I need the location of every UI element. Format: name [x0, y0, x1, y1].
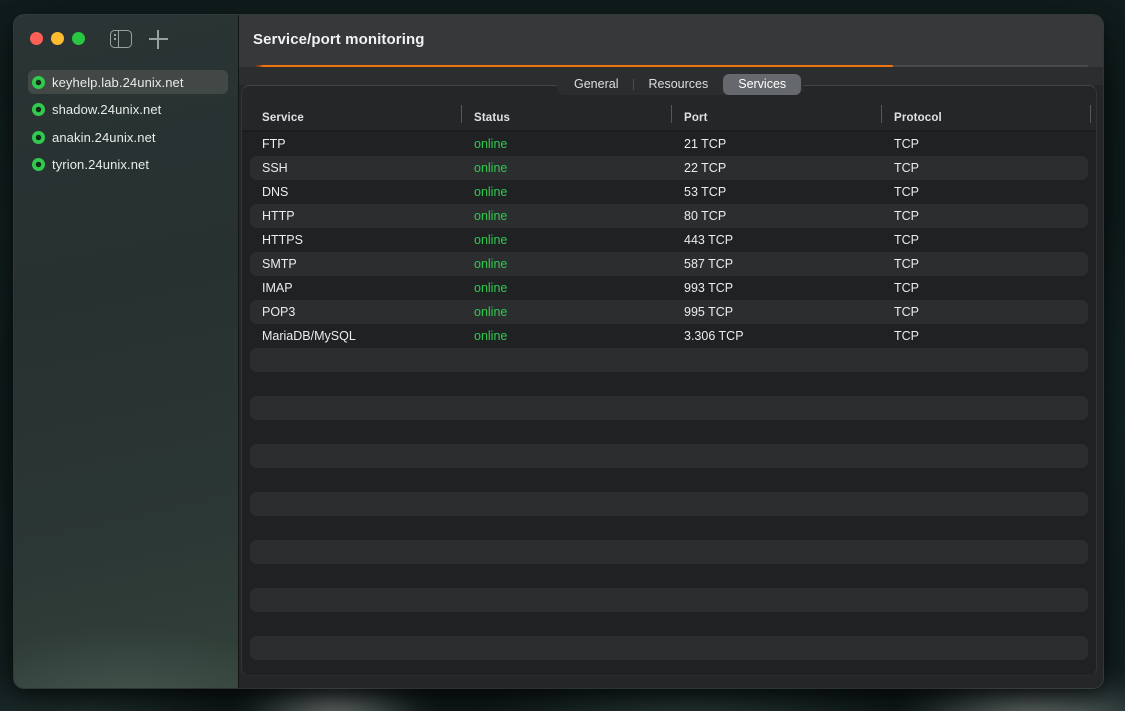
status-cell: online [461, 137, 671, 151]
server-status-online-icon [32, 131, 45, 144]
protocol-cell: TCP [881, 233, 1096, 247]
table-row-http[interactable]: HTTPonline80 TCPTCP [250, 204, 1088, 228]
table-row-pop3[interactable]: POP3online995 TCPTCP [250, 300, 1088, 324]
table-row-empty [242, 564, 1096, 588]
add-server-button plus-icon[interactable] [149, 30, 168, 49]
service-cell: MariaDB/MySQL [242, 329, 461, 343]
server-list: keyhelp.lab.24unix.net shadow.24unix.net a… [28, 70, 228, 177]
protocol-cell: TCP [881, 305, 1088, 319]
table-row-dns[interactable]: DNSonline53 TCPTCP [242, 180, 1096, 204]
service-cell: SMTP [250, 257, 461, 271]
protocol-cell: TCP [881, 281, 1096, 295]
server-status-online-icon [32, 158, 45, 171]
traffic-light-minimize-button[interactable] [51, 32, 64, 45]
column-header-protocol[interactable]: Protocol [881, 112, 1096, 124]
table-body: FTPonline21 TCPTCPSSHonline22 TCPTCPDNSo… [242, 132, 1096, 675]
sidebar-item-anakin[interactable]: anakin.24unix.net [28, 125, 228, 149]
table-row-ftp[interactable]: FTPonline21 TCPTCP [242, 132, 1096, 156]
port-cell: 21 TCP [671, 137, 881, 151]
port-cell: 443 TCP [671, 233, 881, 247]
status-cell: online [461, 161, 671, 175]
table-row-empty [242, 372, 1096, 396]
service-cell: HTTP [250, 209, 461, 223]
table-row-empty [242, 516, 1096, 540]
port-cell: 22 TCP [671, 161, 881, 175]
protocol-cell: TCP [881, 137, 1096, 151]
sidebar-item-label: shadow.24unix.net [52, 102, 161, 117]
desktop: keyhelp.lab.24unix.net shadow.24unix.net a… [0, 0, 1125, 711]
status-cell: online [461, 185, 671, 199]
status-cell: online [461, 209, 671, 223]
service-cell: POP3 [250, 305, 461, 319]
status-cell: online [461, 305, 671, 319]
column-separator [1090, 105, 1091, 123]
table-row-empty [250, 540, 1088, 564]
service-cell: IMAP [242, 281, 461, 295]
status-cell: online [461, 281, 671, 295]
protocol-cell: TCP [881, 185, 1096, 199]
port-cell: 80 TCP [671, 209, 881, 223]
port-cell: 53 TCP [671, 185, 881, 199]
table-row-empty [242, 612, 1096, 636]
app-window: keyhelp.lab.24unix.net shadow.24unix.net a… [14, 15, 1103, 688]
column-separator [461, 105, 462, 123]
table-row-empty [250, 588, 1088, 612]
traffic-light-close-button[interactable] [30, 32, 43, 45]
port-cell: 3.306 TCP [671, 329, 881, 343]
table-row-https[interactable]: HTTPSonline443 TCPTCP [242, 228, 1096, 252]
server-status-online-icon [32, 76, 45, 89]
main-pane: Service/port monitoring GeneralResources… [239, 15, 1103, 688]
services-table: ServiceStatusPortProtocol FTPonline21 TC… [241, 85, 1097, 676]
sidebar: keyhelp.lab.24unix.net shadow.24unix.net a… [14, 15, 238, 688]
sidebar-item-label: tyrion.24unix.net [52, 157, 149, 172]
sidebar-item-tyrion[interactable]: tyrion.24unix.net [28, 153, 228, 177]
service-cell: SSH [250, 161, 461, 175]
protocol-cell: TCP [881, 329, 1096, 343]
table-row-ssh[interactable]: SSHonline22 TCPTCP [250, 156, 1088, 180]
segmented-control: GeneralResourcesServices [557, 74, 803, 95]
window-controls [30, 32, 85, 45]
column-header-port[interactable]: Port [671, 112, 881, 124]
column-header-status[interactable]: Status [461, 112, 671, 124]
sidebar-item-keyhelp[interactable]: keyhelp.lab.24unix.net [28, 70, 228, 94]
port-cell: 995 TCP [671, 305, 881, 319]
protocol-cell: TCP [881, 161, 1088, 175]
sidebar-item-label: keyhelp.lab.24unix.net [52, 75, 184, 90]
table-row-empty [250, 348, 1088, 372]
status-cell: online [461, 233, 671, 247]
table-row-empty [250, 396, 1088, 420]
port-cell: 993 TCP [671, 281, 881, 295]
table-row-empty [242, 468, 1096, 492]
table-row-smtp[interactable]: SMTPonline587 TCPTCP [250, 252, 1088, 276]
column-separator [671, 105, 672, 123]
table-row-empty [242, 420, 1096, 444]
service-cell: FTP [242, 137, 461, 151]
table-row-empty [250, 636, 1088, 660]
titlebar: Service/port monitoring [239, 15, 1103, 67]
table-row-empty [250, 492, 1088, 516]
table-header-row: ServiceStatusPortProtocol [242, 112, 1096, 124]
protocol-cell: TCP [881, 209, 1088, 223]
traffic-light-zoom-button[interactable] [72, 32, 85, 45]
page-title: Service/port monitoring [253, 31, 425, 48]
table-row-empty [250, 444, 1088, 468]
tab-services[interactable]: Services [723, 74, 801, 95]
service-cell: HTTPS [242, 233, 461, 247]
column-header-service[interactable]: Service [242, 112, 461, 124]
tab-resources[interactable]: Resources [633, 74, 723, 95]
table-row-imap[interactable]: IMAPonline993 TCPTCP [242, 276, 1096, 300]
sidebar-toggle-icon[interactable] [110, 30, 132, 48]
table-row-mariadb-mysql[interactable]: MariaDB/MySQLonline3.306 TCPTCP [242, 324, 1096, 348]
service-cell: DNS [242, 185, 461, 199]
status-cell: online [461, 329, 671, 343]
column-separator [881, 105, 882, 123]
tab-general[interactable]: General [559, 74, 633, 95]
port-cell: 587 TCP [671, 257, 881, 271]
sidebar-item-shadow[interactable]: shadow.24unix.net [28, 98, 228, 122]
sidebar-item-label: anakin.24unix.net [52, 130, 156, 145]
status-cell: online [461, 257, 671, 271]
server-status-online-icon [32, 103, 45, 116]
protocol-cell: TCP [881, 257, 1088, 271]
